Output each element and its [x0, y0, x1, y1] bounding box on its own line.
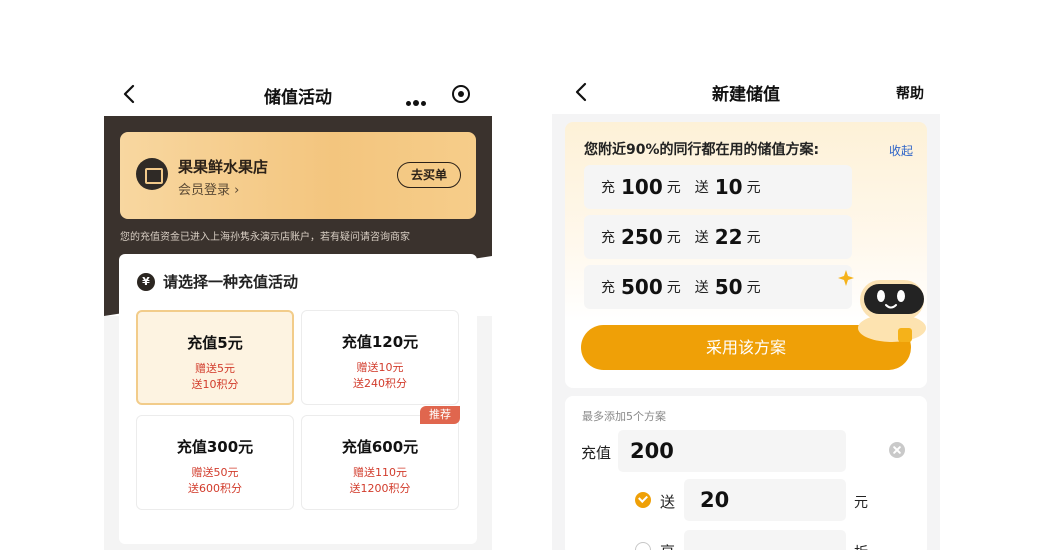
recharge-amount-input[interactable]: 200: [618, 430, 846, 472]
gift-radio-checked-icon[interactable]: [635, 492, 651, 508]
shop-logo-icon: [136, 158, 168, 190]
option-bonus: 赠送10元: [356, 361, 404, 374]
recharge-word: 充: [601, 180, 615, 196]
right-screen: 新建储值 帮助 您附近90%的同行都在用的储值方案: 收起 充 100 元 送 …: [552, 72, 940, 550]
discount-input[interactable]: [684, 530, 846, 550]
option-name: 充值5元: [187, 334, 243, 352]
discount-radio-icon[interactable]: [635, 542, 651, 550]
recharge-word: 充: [601, 230, 615, 246]
discount-label: 享: [660, 541, 675, 550]
gift-word: 送: [694, 230, 709, 246]
option-bonus: 赠送50元: [191, 466, 239, 479]
page-title: 新建储值: [712, 85, 780, 105]
recommended-plan-card: 您附近90%的同行都在用的储值方案: 收起 充 100 元 送 10 元 充 2…: [565, 122, 927, 388]
fund-notice: 您的充值资金已进入上海孙隽永演示店账户，若有疑问请咨询商家: [120, 232, 410, 243]
recharge-option[interactable]: 充值300元 赠送50元 送600积分: [136, 415, 294, 510]
discount-unit: 折: [854, 542, 868, 550]
more-icon[interactable]: [406, 91, 428, 110]
option-bonus: 赠送5元: [195, 362, 235, 375]
shop-card: 果果鲜水果店 会员登录 › 去买单: [120, 132, 476, 219]
help-link[interactable]: 帮助: [896, 83, 924, 103]
gift-word: 送: [694, 280, 709, 296]
recharge-amount: 100: [621, 175, 663, 199]
nav-bar: 新建储值 帮助: [552, 72, 940, 114]
max-plans-hint: 最多添加5个方案: [582, 410, 666, 423]
mini-program-capsule: [396, 79, 482, 109]
option-name: 充值300元: [176, 438, 254, 456]
plan-row: 充 100 元 送 10 元: [584, 165, 852, 209]
robot-mascot-icon: [838, 270, 926, 342]
nav-bar: 储值活动: [104, 72, 492, 116]
yen-icon: ¥: [137, 272, 155, 291]
recharge-word: 充: [601, 280, 615, 296]
shop-name: 果果鲜水果店: [178, 158, 269, 176]
plan-row: 充 500 元 送 50 元: [584, 265, 852, 309]
panel-title: 请选择一种充值活动: [163, 273, 299, 291]
recharge-option[interactable]: 推荐 充值600元 赠送110元 送1200积分: [301, 406, 460, 510]
gift-amount: 50: [714, 275, 743, 299]
unit: 元: [746, 280, 761, 296]
close-miniprogram-icon[interactable]: [452, 85, 470, 103]
gift-amount-input[interactable]: 20: [684, 479, 846, 521]
clear-icon[interactable]: [889, 442, 905, 458]
recharge-label: 充值: [581, 444, 612, 462]
unit: 元: [666, 180, 681, 196]
option-bonus: 赠送110元: [353, 466, 407, 479]
option-name: 充值120元: [341, 333, 419, 351]
option-points: 送240积分: [353, 377, 407, 390]
plan-title: 您附近90%的同行都在用的储值方案:: [584, 142, 820, 158]
gift-word: 送: [694, 180, 709, 196]
recharge-option[interactable]: 充值120元 赠送10元 送240积分: [301, 310, 459, 405]
option-name: 充值600元: [341, 438, 419, 456]
unit: 元: [746, 230, 761, 246]
unit: 元: [666, 280, 681, 296]
member-login-link[interactable]: 会员登录 ›: [178, 179, 239, 198]
unit: 元: [746, 180, 761, 196]
panel-header: ¥ 请选择一种充值活动: [137, 271, 298, 292]
custom-plan-form: 最多添加5个方案 充值 200 送 20 元 享 折: [565, 396, 927, 550]
gift-unit: 元: [854, 495, 868, 511]
option-points: 送600积分: [188, 482, 242, 495]
recharge-option[interactable]: 充值5元 赠送5元 送10积分: [136, 310, 294, 405]
plan-row: 充 250 元 送 22 元: [584, 215, 852, 259]
unit: 元: [666, 230, 681, 246]
recharge-panel: ¥ 请选择一种充值活动 充值5元 赠送5元 送10积分 充值120元 赠送10元…: [119, 254, 477, 544]
gift-amount: 22: [714, 225, 743, 249]
gift-amount: 10: [714, 175, 743, 199]
option-points: 送1200积分: [349, 482, 411, 495]
option-points: 送10积分: [191, 378, 239, 391]
gift-label: 送: [660, 493, 676, 511]
recommend-badge: 推荐: [420, 406, 460, 424]
collapse-link[interactable]: 收起: [889, 142, 913, 159]
left-screen: 储值活动 果果鲜水果店 会员登录 › 去买单 您的充值资金已进入上海孙隽永演示店…: [104, 72, 492, 550]
go-buy-button[interactable]: 去买单: [397, 162, 461, 188]
recharge-amount: 250: [621, 225, 663, 249]
recharge-amount: 500: [621, 275, 663, 299]
